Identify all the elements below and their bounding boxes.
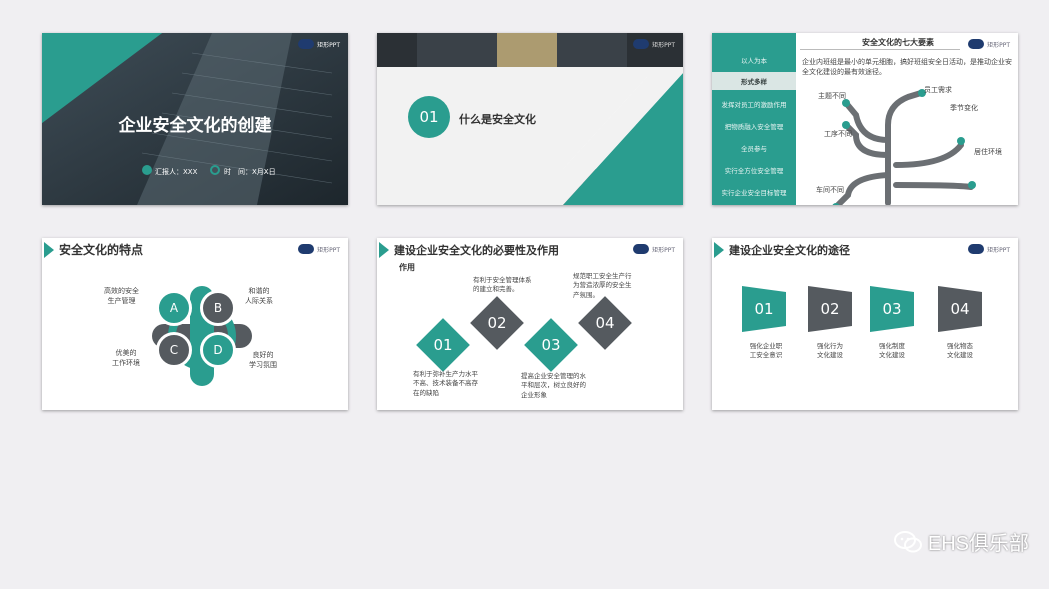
diamond-number-01: 01 <box>433 336 453 354</box>
tree-label-1: 员工需求 <box>924 86 952 94</box>
person-icon <box>142 165 152 175</box>
circle-a: A <box>156 290 192 326</box>
slide-3-body: 企业内班组是最小的单元细胞，搞好班组安全日活动，是推动企业安全文化建设的最有效途… <box>802 58 1012 77</box>
logo: 矩形PPT <box>298 39 340 49</box>
logo: 矩形PPT <box>298 244 340 254</box>
path-label-02: 强化行为 文化建设 <box>817 342 843 360</box>
logo: 矩形PPT <box>968 39 1010 49</box>
reason-text-02: 有利于安全管理体系的建立和完善。 <box>473 276 532 294</box>
slide-5-subtitle: 作用 <box>399 263 415 272</box>
path-number-04: 04 <box>950 300 970 318</box>
logo-text: 矩形PPT <box>317 41 340 49</box>
logo-text: 矩形PPT <box>987 41 1010 49</box>
path-number-03: 03 <box>882 300 902 318</box>
letter-d: D <box>213 343 223 357</box>
tree-label-2: 季节变化 <box>950 104 978 112</box>
header-arrow-icon <box>44 242 54 258</box>
circle-c: C <box>156 332 192 368</box>
slide-5-thumbnail[interactable]: 建设企业安全文化的必要性及作用 矩形PPT 作用 01 02 03 04 有利于… <box>377 238 683 410</box>
logo-text: 矩形PPT <box>652 41 675 49</box>
diamond-number-02: 02 <box>487 314 507 332</box>
logo-mark <box>633 244 650 254</box>
sidebar-item-2[interactable]: 发挥对员工的激励作用 <box>712 95 796 113</box>
logo-text: 矩形PPT <box>987 246 1010 254</box>
time-text: 时 间：X月X日 <box>224 168 276 176</box>
tree-label-3: 工序不同 <box>824 130 852 138</box>
logo-text: 矩形PPT <box>652 246 675 254</box>
feature-label-d: 良好的 学习氛围 <box>249 351 277 370</box>
slide-4-thumbnail[interactable]: 安全文化的特点 矩形PPT A B C D 高效的安全 生产管理 和谐的 人际关… <box>42 238 348 410</box>
path-number-01: 01 <box>754 300 774 318</box>
sidebar-item-6[interactable]: 实行企业安全目标管理 <box>712 183 796 201</box>
sidebar-item-5[interactable]: 实行全方位安全管理 <box>712 161 796 179</box>
slide-3-title: 安全文化的七大要素 <box>862 38 934 47</box>
feature-label-b: 和谐的 人际关系 <box>245 287 273 306</box>
letter-b: B <box>213 301 223 315</box>
circle-b: B <box>200 290 236 326</box>
slide-6-thumbnail[interactable]: 建设企业安全文化的途径 矩形PPT 01 强化企业职 工安全意识 02 强化行为… <box>712 238 1018 410</box>
logo-mark <box>968 244 985 254</box>
path-label-04: 强化物态 文化建设 <box>947 342 973 360</box>
logo-mark <box>968 39 985 49</box>
sidebar-item-0[interactable]: 以人为本 <box>712 51 796 69</box>
watermark: EHS俱乐部 <box>893 527 1029 556</box>
slide-6-title: 建设企业安全文化的途径 <box>729 244 850 257</box>
watermark-text: EHS俱乐部 <box>927 533 1029 555</box>
circle-d: D <box>200 332 236 368</box>
path-label-03: 强化制度 文化建设 <box>879 342 905 360</box>
logo-mark <box>633 39 650 49</box>
wechat-icon <box>893 530 922 552</box>
logo-mark <box>298 39 315 49</box>
diamond-number-03: 03 <box>541 336 561 354</box>
logo: 矩形PPT <box>968 244 1010 254</box>
letter-a: A <box>169 301 179 315</box>
diamond-number-04: 04 <box>595 314 615 332</box>
slide-1-thumbnail[interactable]: 矩形PPT 企业安全文化的创建 汇报人：XXX 时 间：X月X日 <box>42 33 348 205</box>
slide-3-thumbnail[interactable]: 以人为本 形式多样 发挥对员工的激励作用 把物质融入安全管理 全员参与 实行全方… <box>712 33 1018 205</box>
tree-label-4: 居住环境 <box>974 148 1002 156</box>
header-line <box>800 49 960 50</box>
letter-c: C <box>169 343 179 357</box>
slide-4-title: 安全文化的特点 <box>59 243 144 257</box>
header-arrow-icon <box>379 242 389 258</box>
slide-5-title: 建设企业安全文化的必要性及作用 <box>394 244 559 257</box>
tree-label-0: 主题不同 <box>818 92 846 100</box>
tree-label-5: 车间不同 <box>816 186 844 194</box>
sidebar-item-4[interactable]: 全员参与 <box>712 139 796 157</box>
section-number: 01 <box>419 108 439 126</box>
logo-text: 矩形PPT <box>317 246 340 254</box>
sidebar-item-3[interactable]: 把物质融入安全管理 <box>712 117 796 135</box>
sidebar-item-1[interactable]: 形式多样 <box>712 72 796 90</box>
feature-label-a: 高效的安全 生产管理 <box>104 287 139 306</box>
slide-2-thumbnail[interactable]: 矩形PPT 01 什么是安全文化 <box>377 33 683 205</box>
reason-text-04: 规范职工安全生产行为营造浓厚的安全生产氛围。 <box>573 272 632 299</box>
logo: 矩形PPT <box>633 244 675 254</box>
reason-text-03: 提高企业安全管理的水平和层次，树立良好的企业形象 <box>521 372 586 399</box>
logo-mark <box>298 244 315 254</box>
feature-label-c: 优美的 工作环境 <box>112 349 140 368</box>
presenter-text: 汇报人：XXX <box>155 168 198 176</box>
section-number-badge: 01 <box>408 96 450 138</box>
clock-icon <box>210 165 220 175</box>
path-label-01: 强化企业职 工安全意识 <box>749 342 783 360</box>
reason-text-01: 有利于弥补生产力水平不高、技术装备不高存在的缺陷 <box>413 370 478 397</box>
slide-1-title: 企业安全文化的创建 <box>118 116 272 136</box>
logo: 矩形PPT <box>633 39 675 49</box>
header-arrow-icon <box>714 242 724 258</box>
path-number-02: 02 <box>820 300 840 318</box>
slide-2-title: 什么是安全文化 <box>459 113 536 126</box>
